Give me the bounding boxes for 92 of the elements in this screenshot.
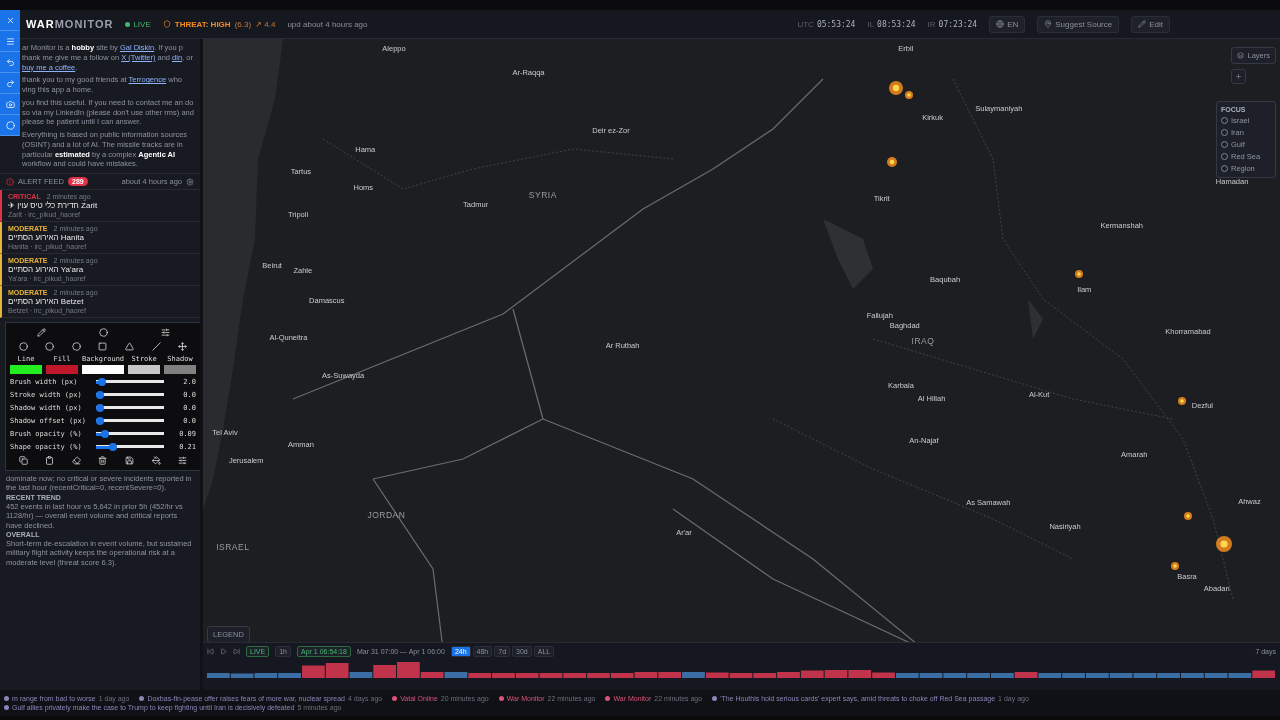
alert-title: האירוע הסתיים Ya'ara	[8, 265, 85, 274]
menu-icon	[5, 36, 15, 46]
pencil-icon	[1138, 20, 1147, 28]
threat-score: (6.3)	[234, 19, 252, 29]
circle-button[interactable]	[70, 341, 82, 352]
threat-level: THREAT: HIGH	[174, 19, 231, 29]
paint-bucket-icon	[151, 456, 161, 465]
color-swatch[interactable]	[128, 365, 161, 374]
language-button[interactable]: EN	[989, 15, 1026, 33]
slider-thumb[interactable]	[96, 404, 104, 412]
threat-trend: ↗ 4.4	[255, 19, 276, 29]
circle-button[interactable]	[44, 341, 56, 352]
slider-track[interactable]	[96, 430, 164, 438]
sliders-button[interactable]	[159, 327, 171, 338]
country-label: SYRIA	[528, 190, 557, 200]
slider-thumb[interactable]	[96, 391, 104, 399]
alert-icon	[6, 177, 14, 186]
globe-icon	[996, 20, 1005, 28]
plus-icon	[1235, 73, 1242, 80]
pencil-icon	[36, 328, 46, 337]
flame-marker-icon	[887, 157, 898, 167]
undo-icon	[5, 57, 15, 67]
zoom-button[interactable]	[1231, 69, 1246, 84]
triangle-icon	[125, 342, 135, 351]
circle-icon	[71, 342, 81, 351]
square-button[interactable]	[97, 341, 109, 352]
copy-button[interactable]	[17, 455, 29, 466]
paint-bucket-button[interactable]	[150, 455, 162, 466]
camera-icon	[5, 99, 15, 109]
slider-track[interactable]	[96, 378, 164, 386]
color-swatch[interactable]	[81, 365, 125, 374]
square-icon	[98, 342, 108, 351]
circle-icon	[45, 342, 55, 351]
slider-thumb[interactable]	[96, 417, 104, 425]
flame-marker-icon	[1074, 270, 1083, 278]
circle-icon	[5, 120, 15, 130]
live-indicator: LIVE	[125, 19, 151, 29]
slider-thumb[interactable]	[101, 430, 110, 438]
app-logo: WARMONITOR	[26, 18, 114, 30]
flame-marker-icon	[1183, 512, 1192, 520]
clock: IL 08:53:24	[867, 19, 916, 29]
edit-button[interactable]: Edit	[1131, 15, 1170, 33]
line-button[interactable]	[150, 341, 162, 352]
country-label: ISRAEL	[216, 542, 250, 552]
flame-marker-icon	[1170, 562, 1179, 570]
suggest-source-button[interactable]: Suggest Source	[1037, 15, 1120, 33]
save-button[interactable]	[124, 455, 136, 466]
flame-marker-icon	[1178, 397, 1187, 405]
color-swatch[interactable]	[164, 365, 196, 374]
slider-track[interactable]	[96, 417, 164, 425]
pencil-button[interactable]	[35, 327, 47, 338]
move-icon	[178, 342, 188, 351]
clipboard-icon	[45, 456, 55, 465]
alert-title: האירוע הסתיים Hanita	[8, 233, 85, 242]
eraser-button[interactable]	[70, 455, 82, 466]
clock: IR 07:23:24	[927, 19, 978, 29]
shield-icon	[162, 20, 171, 28]
save-icon	[125, 456, 135, 465]
trash-icon	[98, 456, 108, 465]
flame-marker-icon	[1216, 536, 1233, 552]
sliders-button[interactable]	[177, 455, 189, 466]
slider-track[interactable]	[96, 391, 164, 399]
circle-button[interactable]	[17, 341, 29, 352]
clipboard-button[interactable]	[44, 455, 56, 466]
country-label: IRAQ	[911, 336, 935, 346]
pin-icon	[1044, 20, 1053, 28]
circle-icon	[98, 328, 108, 337]
eraser-icon	[71, 456, 81, 465]
sliders-icon	[160, 328, 170, 337]
country-label: JORDAN	[367, 510, 406, 520]
sliders-icon	[178, 456, 188, 465]
color-swatch[interactable]	[45, 365, 78, 374]
circle-icon	[18, 342, 28, 351]
slider-thumb[interactable]	[98, 378, 107, 386]
triangle-button[interactable]	[124, 341, 136, 352]
copy-icon	[18, 456, 28, 465]
play-icon[interactable]	[220, 648, 227, 655]
redo-icon	[5, 78, 15, 88]
settings-icon[interactable]	[186, 177, 194, 186]
layers-icon	[1237, 52, 1245, 59]
alert-title: ✈ חדירת כלי טיס עוין Zarit	[8, 201, 99, 210]
move-button[interactable]	[177, 341, 189, 352]
close-icon	[5, 15, 15, 25]
update-time: upd about 4 hours ago	[287, 19, 368, 29]
color-swatch[interactable]	[10, 365, 42, 374]
trash-button[interactable]	[97, 455, 109, 466]
slider-thumb[interactable]	[108, 443, 117, 451]
slider-track[interactable]	[96, 404, 164, 412]
clock: UTC 05:53:24	[797, 19, 856, 29]
line-icon	[151, 342, 161, 351]
alert-title: האירוע הסתיים Betzet	[8, 297, 85, 306]
slider-track[interactable]	[96, 443, 164, 451]
